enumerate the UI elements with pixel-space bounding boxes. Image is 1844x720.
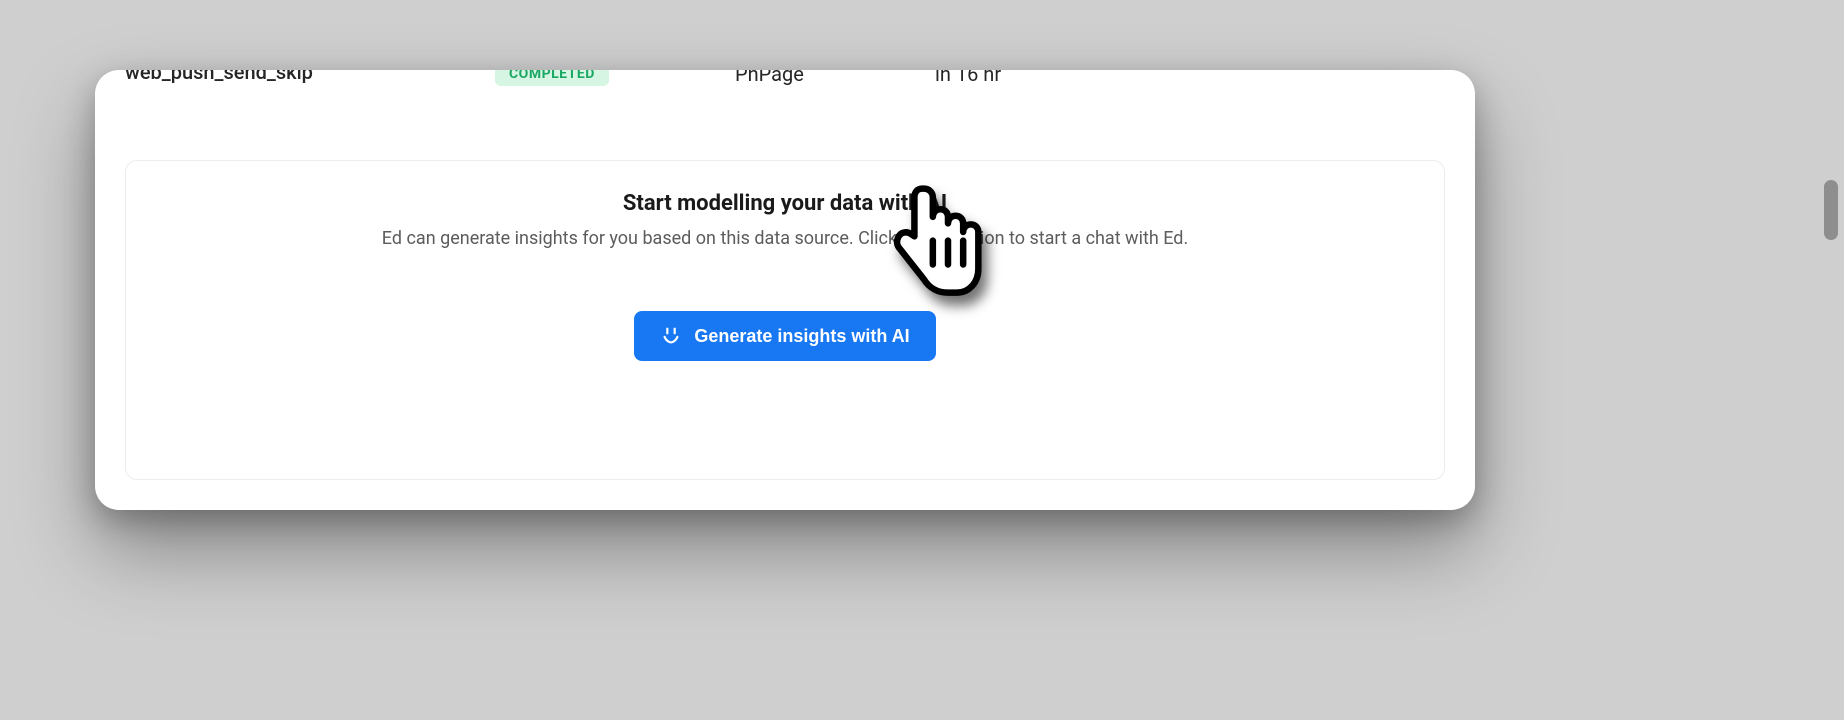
row-name: web_push_send_skip — [125, 70, 495, 82]
row-type: PnPage — [735, 70, 935, 86]
generate-insights-label: Generate insights with AI — [694, 326, 909, 347]
scrollbar[interactable] — [1824, 180, 1838, 500]
status-badge: COMPLETED — [495, 70, 609, 86]
row-status-cell: COMPLETED — [495, 70, 735, 86]
smile-icon — [660, 325, 682, 347]
row-time: in 16 hr — [935, 70, 1085, 86]
app-window: web_push_send_skip COMPLETED PnPage in 1… — [95, 70, 1475, 510]
panel-title: Start modelling your data with AI — [623, 191, 947, 216]
table-row: web_push_send_skip COMPLETED PnPage in 1… — [95, 70, 1475, 102]
panel-subtitle: Ed can generate insights for you based o… — [382, 226, 1188, 251]
generate-insights-button[interactable]: Generate insights with AI — [634, 311, 935, 361]
ai-insights-panel: Start modelling your data with AI Ed can… — [125, 160, 1445, 480]
scrollbar-thumb[interactable] — [1824, 180, 1838, 240]
